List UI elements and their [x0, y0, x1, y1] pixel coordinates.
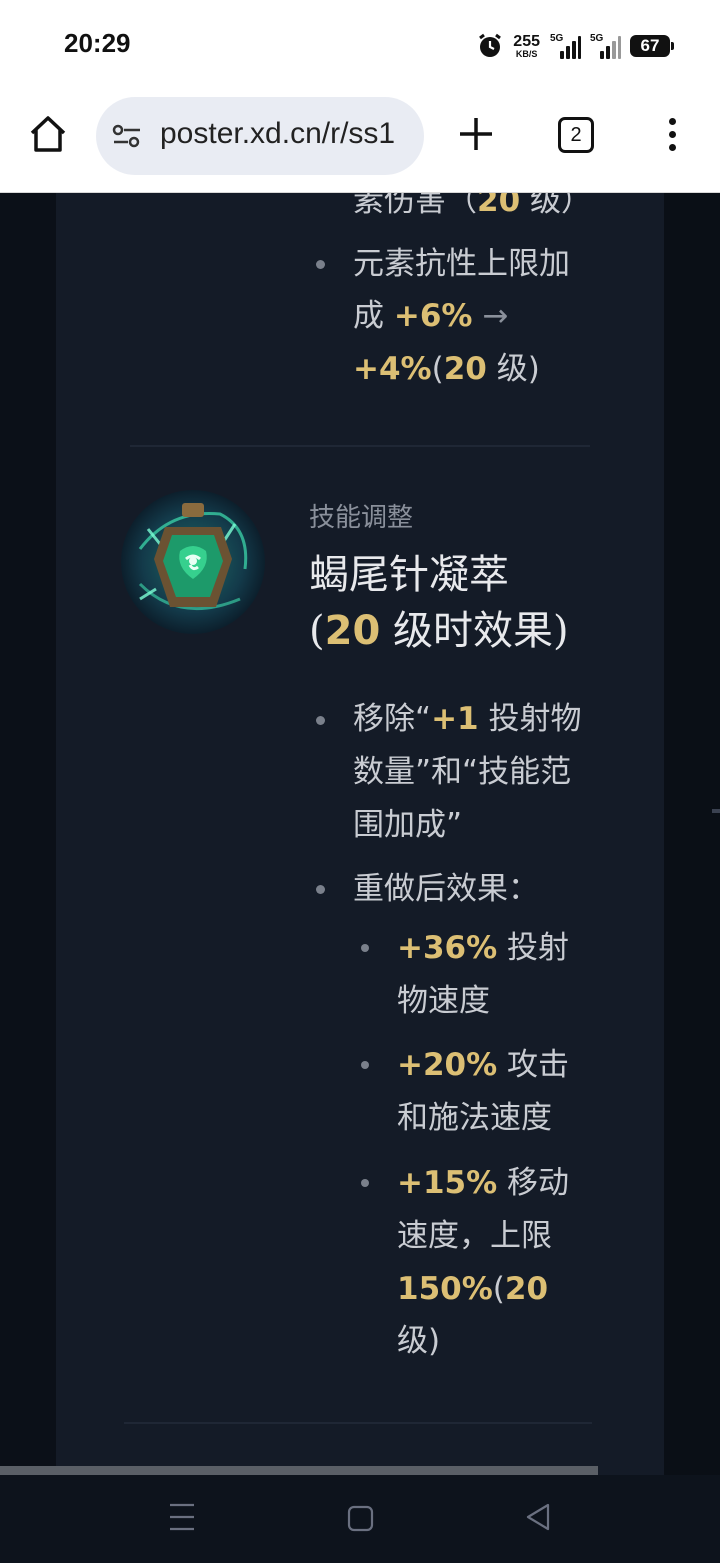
bullet1-line3: 围加成” — [353, 807, 463, 843]
section-kicker: 技能调整 — [309, 503, 414, 533]
home-nav-icon[interactable] — [347, 1505, 375, 1533]
page-content: 素伤害（20 级） 元素抗性上限加 成 +6% → +4%(20 级) 技能调整… — [0, 193, 720, 1475]
status-icons: 255 KB/S 5G 5G 67 — [477, 30, 674, 62]
sub-bullet2-line1: +20% 攻击 — [397, 1047, 570, 1083]
tab-switcher-button[interactable]: 2 — [558, 117, 594, 153]
signal-sim2-icon: 5G — [590, 33, 621, 59]
scorpion-tail-skill-icon — [121, 490, 265, 634]
bullet-dot — [316, 260, 325, 269]
more-menu-icon[interactable] — [664, 118, 680, 158]
system-navigation-bar — [0, 1475, 720, 1563]
browser-toolbar: poster.xd.cn/r/ss1 2 — [0, 92, 720, 193]
bullet-dot — [316, 885, 325, 894]
sub-bullet-dot — [361, 944, 369, 952]
new-tab-icon[interactable] — [456, 114, 496, 154]
address-bar[interactable]: poster.xd.cn/r/ss1 — [96, 97, 424, 175]
section-divider — [130, 445, 590, 447]
sub-bullet3-line4: 级) — [397, 1323, 441, 1359]
site-settings-icon[interactable] — [112, 123, 142, 149]
skill-title-line1: 蝎尾针凝萃 — [309, 552, 509, 598]
sub-bullet-dot — [361, 1061, 369, 1069]
section-divider — [124, 1422, 592, 1424]
sub-bullet3-line2: 速度，上限 — [397, 1218, 552, 1254]
sub-bullet1-line1: +36% 投射 — [397, 930, 570, 966]
recent-apps-icon[interactable] — [168, 1501, 196, 1533]
prev-bullet-line2: 成 +6% → — [353, 298, 509, 334]
bullet1-line2: 数量”和“技能范 — [353, 754, 572, 790]
alarm-icon — [479, 33, 502, 57]
status-time: 20:29 — [64, 28, 131, 58]
prev-bullet-line1: 元素抗性上限加 — [353, 246, 570, 282]
network-speed: 255 KB/S — [513, 32, 540, 59]
prev-text-line: 素伤害（20 级） — [353, 193, 592, 219]
status-bar: 20:29 255 KB/S 5G 5G 67 — [0, 0, 720, 92]
sub-bullet2-line2: 和施法速度 — [397, 1100, 552, 1136]
home-icon[interactable] — [26, 112, 70, 156]
signal-sim1-icon: 5G — [550, 33, 581, 59]
battery-icon: 67 — [630, 35, 674, 57]
bullet-dot — [316, 716, 325, 725]
sub-bullet-dot — [361, 1179, 369, 1187]
scroll-indicator[interactable] — [712, 809, 720, 813]
back-nav-icon[interactable] — [524, 1501, 552, 1533]
skill-title-line2: (20 级时效果) — [309, 608, 569, 654]
url-text: poster.xd.cn/r/ss1 — [160, 117, 396, 150]
sub-bullet1-line2: 物速度 — [397, 983, 490, 1019]
prev-bullet-line3: +4%(20 级) — [353, 351, 540, 387]
sub-bullet3-line1: +15% 移动 — [397, 1165, 570, 1201]
bullet2-text: 重做后效果： — [353, 871, 539, 907]
bullet1-line1: 移除“+1 投射物 — [353, 701, 582, 737]
horizontal-scrollbar[interactable] — [0, 1466, 598, 1475]
sub-bullet3-line3: 150%(20 — [397, 1271, 549, 1307]
